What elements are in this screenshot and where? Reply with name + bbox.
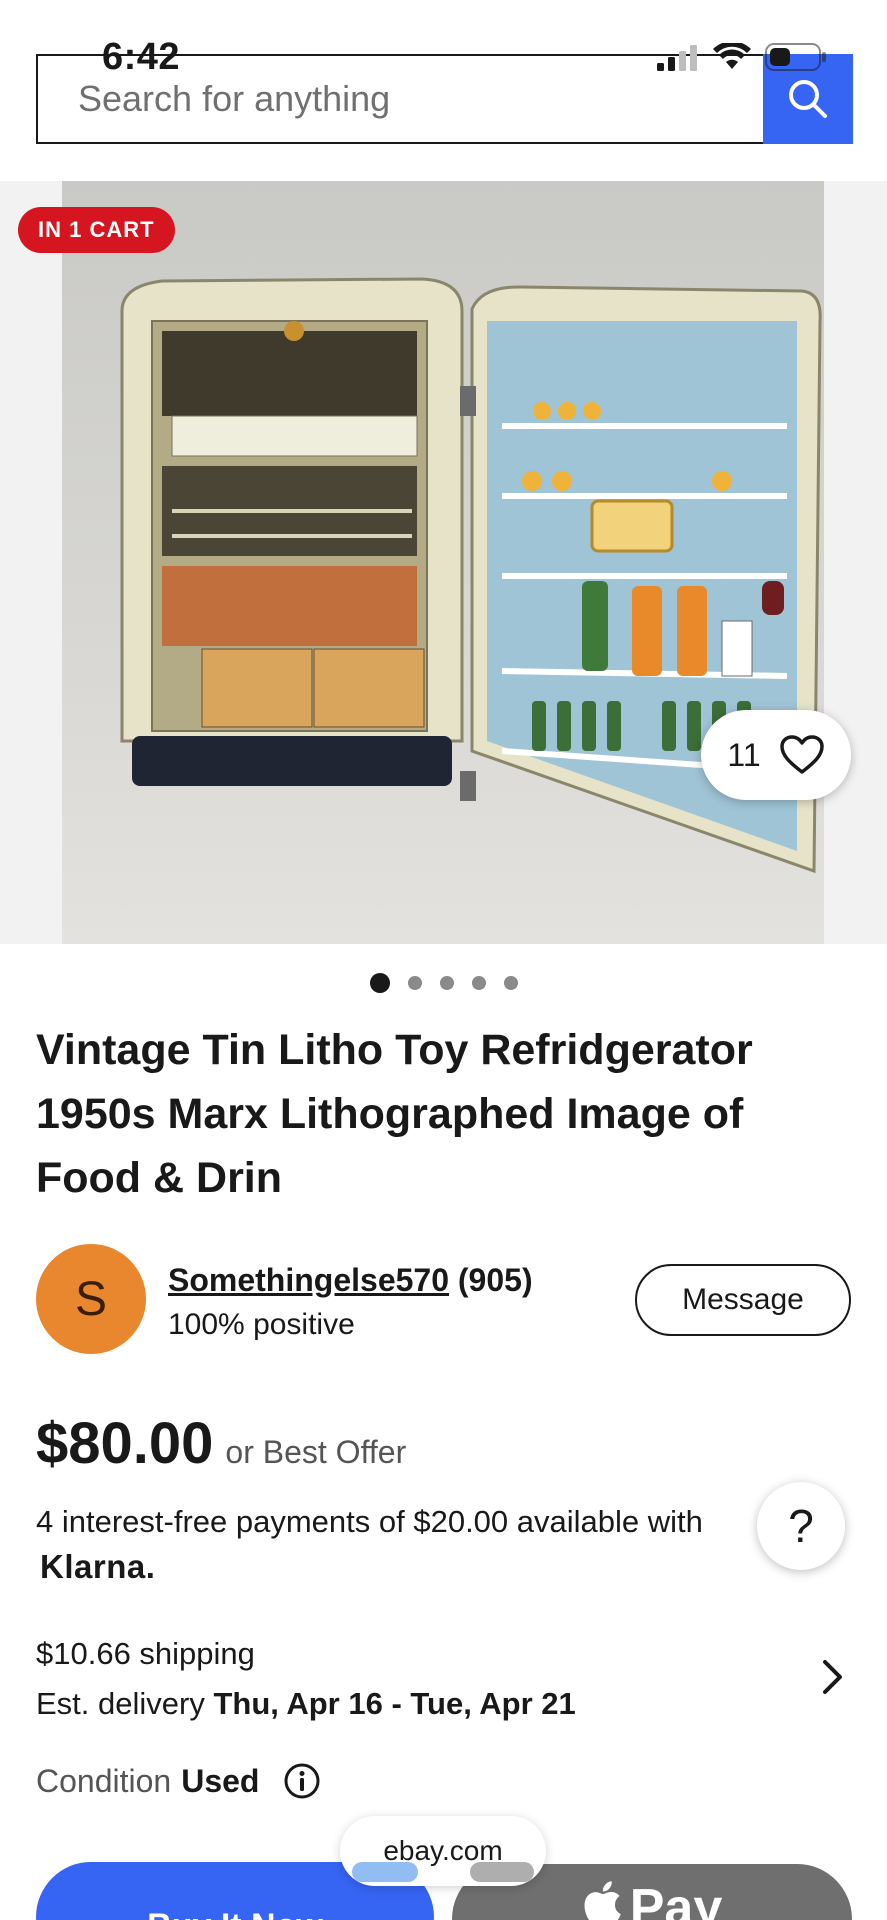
carousel-dot-1[interactable] [369,973,390,993]
search-icon [789,80,827,118]
seller-name-line: Somethingelse570 (905) [168,1262,533,1299]
klarna-payments-text: 4 interest-free payments of $20.00 avail… [36,1504,703,1539]
carousel-dot-4[interactable] [471,976,486,990]
seller-positive-rating: 100% positive [168,1308,355,1341]
klarna-logo: Klarna. [40,1548,156,1585]
in-cart-badge: IN 1 CART [18,207,175,253]
price-line: $80.00 or Best Offer [36,1410,406,1477]
item-image-carousel[interactable]: IN 1 CART [0,181,887,944]
watch-button[interactable]: 11 [701,710,851,800]
carousel-dot-2[interactable] [407,976,422,990]
item-title: Vintage Tin Litho Toy Refridgerator 1950… [36,1026,753,1202]
heart-icon [779,735,824,774]
url-pill-reflection [352,1862,418,1882]
seller-name-link[interactable]: Somethingelse570 [168,1262,449,1298]
seller-feedback-count: (905) [457,1262,533,1298]
best-offer-text: or Best Offer [225,1434,407,1470]
item-photo[interactable] [62,181,824,944]
carousel-dot-5[interactable] [503,976,518,990]
condition-value: Used [181,1762,260,1799]
delivery-dates: Thu, Apr 16 - Tue, Apr 21 [213,1686,576,1721]
watch-count: 11 [727,736,761,773]
wifi-icon [713,43,751,69]
apple-logo-icon [584,1881,621,1920]
battery-icon [765,43,826,71]
info-icon[interactable] [283,1762,321,1800]
message-button[interactable]: Message [635,1264,851,1336]
refrigerator-illustration [120,277,822,874]
condition-row: Condition Used [36,1762,321,1800]
help-button[interactable]: ? [757,1482,845,1570]
delivery-label: Est. delivery [36,1686,205,1721]
status-icons [657,42,827,72]
estimated-delivery: Est. delivery Thu, Apr 16 - Tue, Apr 21 [36,1676,851,1732]
shipping-row[interactable]: $10.66 shipping Est. delivery Thu, Apr 1… [36,1632,851,1742]
apple-pay-label: Pay [629,1879,723,1920]
seller-card: S Somethingelse570 (905) 100% positive M… [36,1244,851,1354]
signal-icon [657,45,697,71]
chevron-right-icon [823,1660,842,1694]
item-price: $80.00 [36,1411,214,1476]
shipping-cost: $10.66 shipping [36,1636,255,1671]
url-pill-reflection-2 [470,1862,534,1882]
carousel-dots [0,973,887,993]
condition-label: Condition [36,1762,172,1799]
seller-avatar[interactable]: S [36,1244,146,1354]
status-time: 6:42 [102,36,181,78]
carousel-dot-3[interactable] [439,976,454,990]
